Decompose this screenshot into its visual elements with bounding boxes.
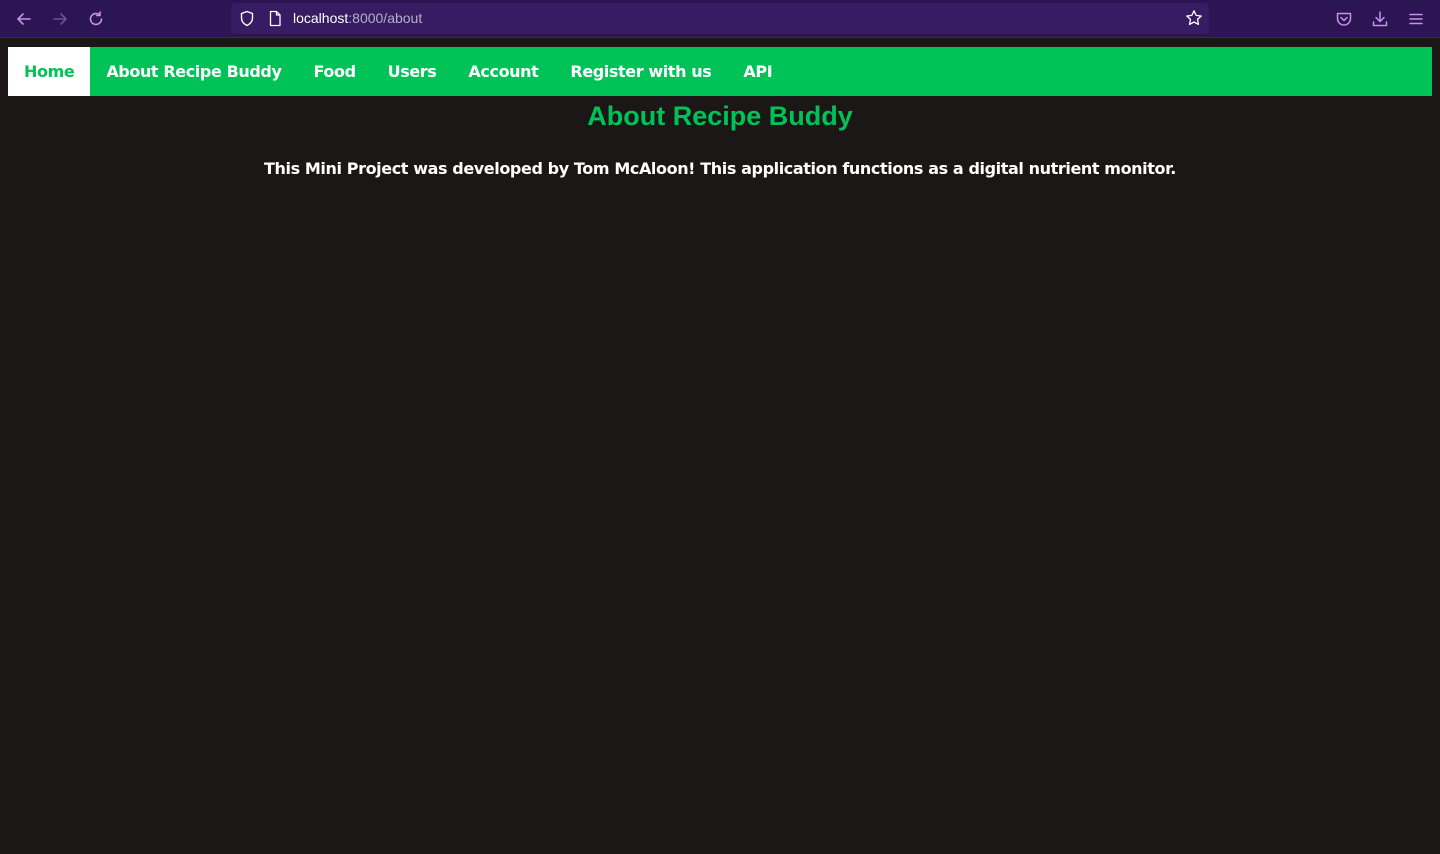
pocket-icon[interactable] bbox=[1332, 7, 1356, 31]
back-arrow-icon[interactable] bbox=[12, 7, 36, 31]
url-host: localhost bbox=[293, 10, 349, 26]
nav-item-about[interactable]: About Recipe Buddy bbox=[90, 47, 297, 96]
main-navigation: Home About Recipe Buddy Food Users Accou… bbox=[8, 47, 1432, 96]
forward-arrow-icon[interactable] bbox=[48, 7, 72, 31]
nav-item-users[interactable]: Users bbox=[372, 47, 453, 96]
url-text[interactable]: localhost:8000/about bbox=[293, 10, 422, 27]
nav-item-food[interactable]: Food bbox=[298, 47, 372, 96]
page-title: About Recipe Buddy bbox=[587, 101, 853, 131]
browser-toolbar: localhost:8000/about bbox=[0, 0, 1440, 38]
url-path: :8000/about bbox=[348, 10, 423, 26]
about-description: This Mini Project was developed by Tom M… bbox=[264, 159, 1176, 178]
page-icon bbox=[268, 10, 282, 31]
nav-item-api[interactable]: API bbox=[727, 47, 788, 96]
nav-item-account[interactable]: Account bbox=[452, 47, 554, 96]
nav-item-home[interactable]: Home bbox=[8, 47, 91, 96]
bookmark-star-icon[interactable] bbox=[1185, 9, 1203, 31]
menu-icon[interactable] bbox=[1404, 7, 1428, 31]
reload-icon[interactable] bbox=[84, 7, 108, 31]
nav-item-register[interactable]: Register with us bbox=[554, 47, 727, 96]
address-bar[interactable]: localhost:8000/about bbox=[231, 3, 1209, 34]
download-icon[interactable] bbox=[1368, 7, 1392, 31]
shield-icon[interactable] bbox=[239, 10, 255, 31]
